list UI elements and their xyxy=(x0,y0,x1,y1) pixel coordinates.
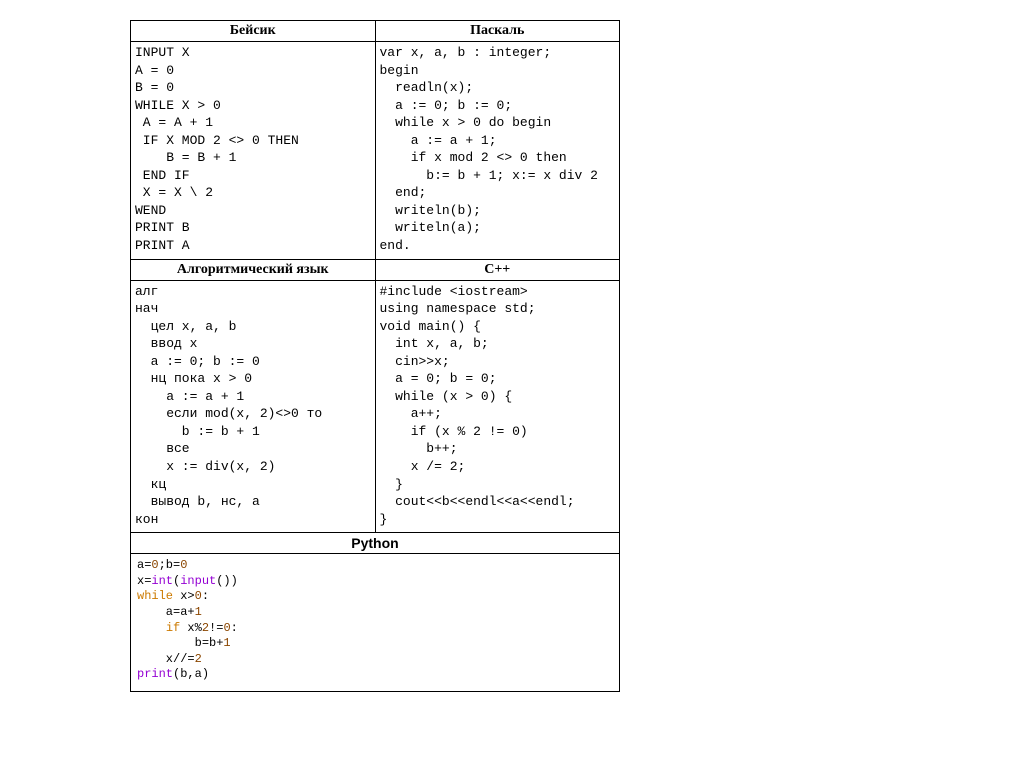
header-python: Python xyxy=(131,533,620,554)
header-algo: Алгоритмический язык xyxy=(131,259,376,280)
code-python: a=0;b=0 x=int(input()) while x>0: a=a+1 … xyxy=(131,554,620,692)
code-basic: INPUT X A = 0 B = 0 WHILE X > 0 A = A + … xyxy=(131,42,376,260)
header-cpp: С++ xyxy=(375,259,620,280)
code-cpp: #include <iostream> using namespace std;… xyxy=(375,280,620,533)
code-pascal: var x, a, b : integer; begin readln(x); … xyxy=(375,42,620,260)
language-grid: Бейсик Паскаль INPUT X A = 0 B = 0 WHILE… xyxy=(130,20,620,692)
code-comparison-table: Бейсик Паскаль INPUT X A = 0 B = 0 WHILE… xyxy=(130,20,620,692)
code-algo: алг нач цел x, a, b ввод x a := 0; b := … xyxy=(131,280,376,533)
header-pascal: Паскаль xyxy=(375,21,620,42)
header-basic: Бейсик xyxy=(131,21,376,42)
